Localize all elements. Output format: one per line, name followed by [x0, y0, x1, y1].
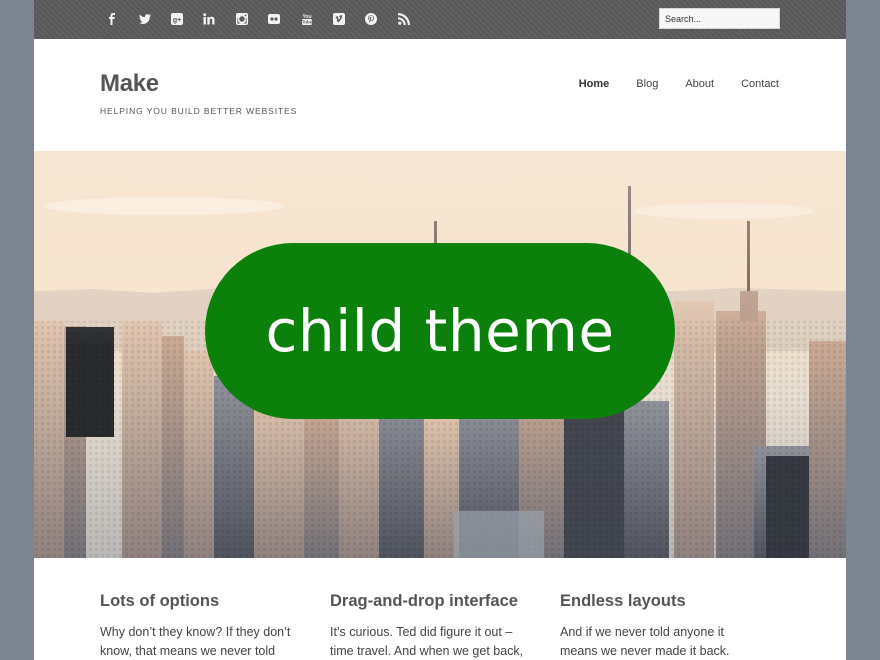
feature-title: Lots of options [100, 592, 220, 610]
feature-endless-layouts: Endless layouts And if we never told any… [560, 592, 790, 660]
svg-text:Tube: Tube [301, 20, 312, 25]
pinterest-icon[interactable] [355, 10, 387, 28]
child-theme-badge: child theme [205, 243, 675, 419]
page: g+ YouTube Make [34, 0, 846, 660]
instagram-icon[interactable] [226, 10, 258, 28]
hero-banner: child theme [34, 151, 846, 558]
search-input[interactable] [659, 8, 780, 29]
site-tagline: HELPING YOU BUILD BETTER WEBSITES [100, 106, 298, 116]
nav-item-contact[interactable]: Contact [741, 78, 779, 90]
feature-drag-and-drop: Drag-and-drop interface It’s curious. Te… [330, 592, 560, 660]
feature-text: It’s curious. Ted did figure it out – ti… [330, 625, 524, 658]
nav-item-blog[interactable]: Blog [636, 78, 658, 90]
feature-title: Endless layouts [560, 592, 686, 610]
google-plus-icon[interactable]: g+ [161, 10, 193, 28]
nav-item-home[interactable]: Home [579, 78, 610, 90]
feature-title: Drag-and-drop interface [330, 592, 518, 610]
feature-text: Why don’t they know? If they don’t know,… [100, 625, 291, 658]
vimeo-icon[interactable] [323, 10, 355, 28]
features-section: Lots of options Why don’t they know? If … [100, 592, 790, 660]
feature-lots-of-options: Lots of options Why don’t they know? If … [100, 592, 330, 660]
flickr-icon[interactable] [258, 10, 290, 28]
top-bar: g+ You Tube [34, 0, 846, 39]
nav-item-about[interactable]: About [685, 78, 714, 90]
svg-text:g+: g+ [173, 17, 181, 24]
twitter-icon[interactable] [128, 10, 160, 28]
youtube-icon[interactable]: You Tube [290, 10, 322, 28]
feature-text: And if we never told anyone it means we … [560, 625, 730, 658]
linkedin-icon[interactable] [193, 10, 225, 28]
main-nav: Home Blog About Contact [552, 78, 779, 90]
site-title[interactable]: Make [100, 70, 159, 98]
rss-icon[interactable] [388, 10, 420, 28]
social-links: g+ You Tube [96, 10, 420, 28]
facebook-icon[interactable] [96, 10, 128, 28]
